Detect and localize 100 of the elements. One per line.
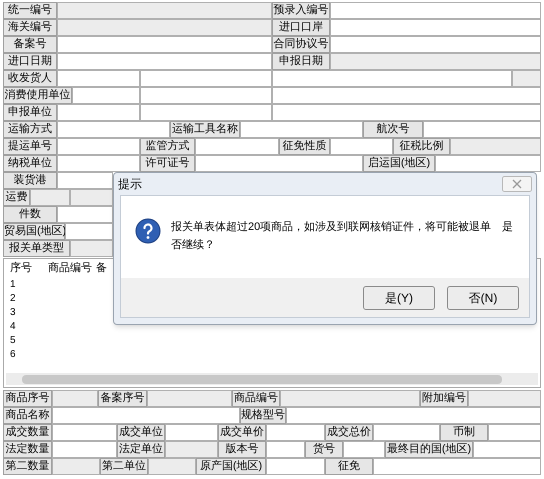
input-field[interactable]	[57, 53, 272, 70]
field-label: 申报日期	[272, 53, 330, 70]
field-label: 征税比例	[393, 138, 450, 155]
field-label: 成交数量	[3, 424, 52, 441]
column-header: 序号	[9, 260, 33, 276]
input-field[interactable]	[65, 223, 113, 240]
question-icon	[135, 218, 161, 244]
field-label: 商品名称	[3, 407, 52, 424]
input-field[interactable]	[266, 458, 325, 475]
field-label: 规格型号	[240, 407, 286, 424]
field-label: 备案序号	[98, 390, 147, 407]
field-label: 货号	[305, 441, 343, 458]
horizontal-scrollbar[interactable]	[6, 373, 538, 385]
input-field[interactable]	[140, 87, 272, 104]
field-label: 海关编号	[3, 19, 57, 36]
field-label: 成交单价	[218, 424, 266, 441]
field-label: 备案号	[3, 36, 57, 53]
field-label: 预录入编号	[272, 2, 330, 19]
field-label: 进口口岸	[272, 19, 330, 36]
row-number: 4	[9, 320, 16, 334]
field-label: 统一编号	[3, 2, 57, 19]
field-label: 运输工具名称	[170, 121, 240, 138]
input-field[interactable]	[343, 441, 385, 458]
field-label: 征免	[325, 458, 373, 475]
input-field[interactable]	[52, 407, 240, 424]
field-label: 件数	[3, 206, 57, 223]
input-field[interactable]	[165, 424, 218, 441]
field-label: 纳税单位	[3, 155, 57, 172]
row-number: 6	[9, 348, 16, 362]
field-label: 商品序号	[3, 390, 52, 407]
column-header: 商品编号	[47, 260, 90, 276]
close-icon[interactable]	[502, 176, 532, 192]
field-label: 商品编号	[232, 390, 280, 407]
input-field[interactable]	[473, 441, 541, 458]
input-field[interactable]	[266, 441, 305, 458]
input-field[interactable]	[57, 36, 272, 53]
input-field[interactable]	[330, 19, 541, 36]
dialog-button[interactable]: 是(Y)	[363, 286, 435, 310]
field-label: 申报单位	[3, 104, 57, 121]
field-label: 第二单位	[100, 458, 148, 475]
field-label: 版本号	[218, 441, 266, 458]
field-label: 成交单位	[117, 424, 165, 441]
field-label: 征免性质	[279, 138, 330, 155]
input-field[interactable]	[195, 138, 279, 155]
input-field[interactable]	[57, 70, 140, 87]
input-field[interactable]	[57, 172, 113, 189]
field-label: 收发货人	[3, 70, 57, 87]
input-field[interactable]	[140, 70, 272, 87]
input-field[interactable]	[266, 424, 325, 441]
dialog-message: 报关单表体超过20项商品，如涉及到联网核销证件，将可能被退单 是否继续？	[171, 220, 514, 253]
input-field[interactable]	[72, 87, 140, 104]
input-field[interactable]	[57, 121, 170, 138]
input-field[interactable]	[330, 138, 393, 155]
field-label: 航次号	[363, 121, 423, 138]
input-field[interactable]	[373, 458, 541, 475]
field-label: 币制	[440, 424, 488, 441]
row-number: 5	[9, 334, 16, 348]
field-label: 许可证号	[140, 155, 195, 172]
input-field[interactable]	[286, 407, 541, 424]
input-field[interactable]	[330, 2, 541, 19]
field-label: 合同协议号	[272, 36, 330, 53]
input-field[interactable]	[272, 87, 541, 104]
field-label: 报关单类型	[3, 240, 70, 257]
field-label: 运费	[3, 189, 30, 206]
field-label: 启运国(地区)	[363, 155, 435, 172]
input-field[interactable]	[52, 441, 117, 458]
dialog-button[interactable]: 否(N)	[447, 286, 519, 310]
field-label: 运输方式	[3, 121, 57, 138]
field-label: 法定单位	[117, 441, 165, 458]
input-field[interactable]	[140, 104, 272, 121]
field-label: 装货港	[3, 172, 57, 189]
dialog-title: 提示	[118, 176, 142, 193]
input-field[interactable]	[373, 424, 440, 441]
field-label: 提运单号	[3, 138, 57, 155]
input-field[interactable]	[240, 121, 363, 138]
input-field[interactable]	[272, 70, 512, 87]
field-label: 消费使用单位	[3, 87, 72, 104]
field-label: 成交总价	[325, 424, 373, 441]
row-number: 2	[9, 292, 16, 306]
field-label: 进口日期	[3, 53, 57, 70]
field-label: 监管方式	[140, 138, 195, 155]
input-field[interactable]	[488, 424, 541, 441]
input-field[interactable]	[195, 155, 363, 172]
input-field[interactable]	[423, 121, 541, 138]
input-field[interactable]	[435, 155, 541, 172]
input-field[interactable]	[272, 104, 541, 121]
field-label: 最终目的国(地区)	[385, 441, 473, 458]
input-field[interactable]	[57, 104, 140, 121]
row-number: 1	[9, 278, 16, 292]
field-label: 第二数量	[3, 458, 52, 475]
field-label: 原产国(地区)	[196, 458, 266, 475]
input-field[interactable]	[57, 138, 140, 155]
column-header: 备	[95, 260, 108, 276]
input-field[interactable]	[330, 36, 541, 53]
field-label: 附加编号	[420, 390, 468, 407]
row-number: 3	[9, 306, 16, 320]
input-field[interactable]	[57, 206, 113, 223]
field-label: 法定数量	[3, 441, 52, 458]
input-field[interactable]	[52, 424, 117, 441]
input-field[interactable]	[57, 155, 140, 172]
